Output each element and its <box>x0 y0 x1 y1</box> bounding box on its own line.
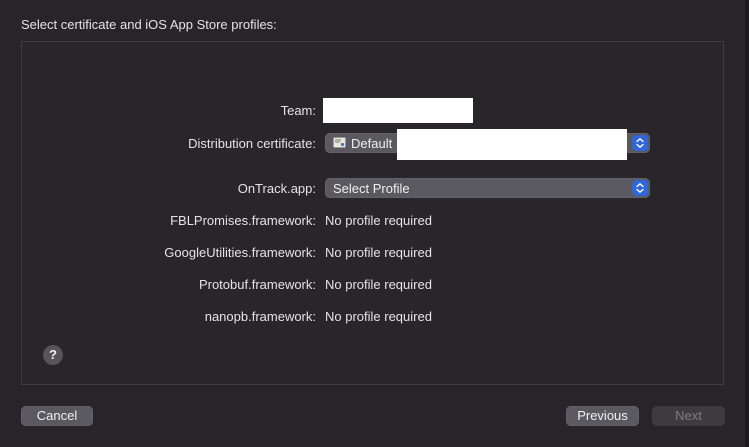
distribution-certificate-value: Default <box>351 136 393 151</box>
team-value-redacted <box>323 98 473 123</box>
profiles-panel: Team: Distribution certificate: Default … <box>21 41 724 385</box>
certificate-icon <box>333 137 346 148</box>
team-label: Team: <box>280 103 316 118</box>
app-label: OnTrack.app: <box>237 181 316 196</box>
app-profile-value: Select Profile <box>333 181 410 196</box>
team-row: Team: <box>22 98 722 123</box>
certificate-name-redacted <box>397 129 627 160</box>
window-edge <box>745 0 749 447</box>
framework-row: GoogleUtilities.framework: No profile re… <box>22 241 722 265</box>
chevron-updown-icon <box>632 135 648 151</box>
framework-row: FBLPromises.framework: No profile requir… <box>22 209 722 233</box>
framework-label: FBLPromises.framework: <box>170 213 316 228</box>
distribution-certificate-label: Distribution certificate: <box>188 136 316 151</box>
framework-label: Protobuf.framework: <box>198 277 316 292</box>
framework-label: GoogleUtilities.framework: <box>164 245 316 260</box>
help-button[interactable]: ? <box>43 345 63 365</box>
framework-profile-status: No profile required <box>325 277 432 292</box>
framework-profile-status: No profile required <box>325 309 432 324</box>
framework-profile-status: No profile required <box>325 245 432 260</box>
distribution-certificate-row: Distribution certificate: Default <box>22 129 722 160</box>
next-button[interactable]: Next <box>652 406 725 426</box>
cancel-button[interactable]: Cancel <box>21 406 93 426</box>
chevron-updown-icon <box>632 180 648 196</box>
framework-row: Protobuf.framework: No profile required <box>22 273 722 297</box>
previous-button[interactable]: Previous <box>566 406 639 426</box>
app-profile-popup[interactable]: Select Profile <box>325 178 650 198</box>
page-title: Select certificate and iOS App Store pro… <box>21 17 277 32</box>
framework-profile-status: No profile required <box>325 213 432 228</box>
framework-row: nanopb.framework: No profile required <box>22 305 722 329</box>
framework-label: nanopb.framework: <box>204 309 316 324</box>
app-row: OnTrack.app: Select Profile <box>22 178 722 202</box>
